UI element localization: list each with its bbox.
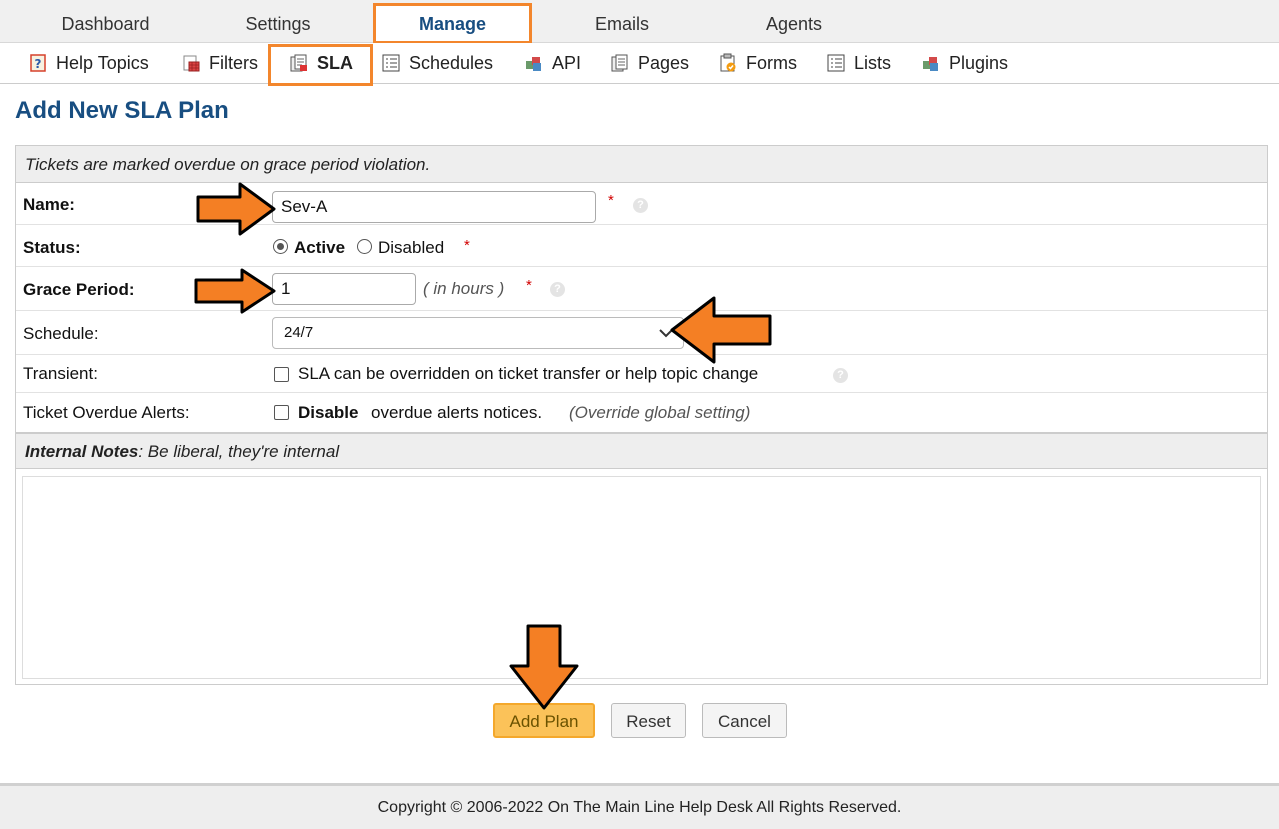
status-active-label[interactable]: Active [294, 238, 345, 258]
help-icon[interactable]: ? [633, 198, 648, 213]
add-plan-button[interactable]: Add Plan [493, 703, 595, 738]
subnav-label: Help Topics [56, 53, 149, 73]
grace-period-unit: ( in hours ) [423, 279, 505, 298]
transient-text: SLA can be overridden on ticket transfer… [298, 364, 759, 383]
page-title: Add New SLA Plan [15, 97, 229, 124]
subnav-label: SLA [317, 53, 353, 73]
internal-notes-title: Internal Notes [25, 442, 139, 461]
row-status: Status: Active Disabled * [16, 225, 1267, 267]
status-active-radio[interactable] [273, 239, 288, 254]
row-transient: Transient: SLA can be overridden on tick… [16, 355, 1267, 393]
overdue-alerts-bold: Disable [298, 403, 359, 422]
api-icon [526, 57, 541, 71]
transient-label: Transient: [23, 364, 98, 383]
form-info-header: Tickets are marked overdue on grace peri… [16, 146, 1267, 183]
required-marker: * [526, 277, 532, 294]
transient-checkbox[interactable] [274, 367, 289, 382]
required-marker: * [464, 237, 470, 254]
help-icon[interactable]: ? [833, 368, 848, 383]
internal-notes-header: Internal Notes: Be liberal, they're inte… [16, 433, 1267, 469]
schedule-label: Schedule: [23, 324, 99, 343]
overdue-alerts-text: overdue alerts notices. [371, 403, 543, 422]
required-marker: * [608, 192, 614, 209]
help-topics-icon: ? [30, 54, 46, 72]
tab-settings[interactable]: Settings [184, 6, 372, 42]
internal-notes-hint: : Be liberal, they're internal [138, 442, 340, 461]
grace-period-label: Grace Period: [23, 280, 135, 299]
overdue-alerts-note: (Override global setting) [569, 403, 751, 422]
help-icon[interactable]: ? [550, 282, 565, 297]
plugins-icon [923, 57, 938, 71]
filters-icon [183, 55, 200, 72]
status-disabled-label[interactable]: Disabled [378, 238, 444, 258]
tab-manage[interactable]: Manage [375, 4, 530, 43]
tab-emails[interactable]: Emails [530, 6, 714, 42]
subnav-label: Forms [746, 53, 797, 73]
sla-form: Tickets are marked overdue on grace peri… [15, 145, 1268, 685]
subnav-label: API [552, 53, 582, 73]
tab-agents[interactable]: Agents [714, 6, 874, 42]
status-label: Status: [23, 238, 81, 257]
reset-button[interactable]: Reset [611, 703, 686, 738]
tab-dashboard[interactable]: Dashboard [0, 6, 211, 42]
row-grace-period: Grace Period: ( in hours ) * ? [16, 267, 1267, 311]
name-label: Name: [23, 195, 75, 214]
svg-text:?: ? [35, 57, 42, 71]
subnav-label: Plugins [949, 53, 1009, 73]
cancel-button[interactable]: Cancel [702, 703, 787, 738]
subnav-label: Filters [209, 53, 258, 73]
row-name: Name: * ? [16, 183, 1267, 225]
copyright-text: Copyright © 2006-2022 On The Main Line H… [377, 799, 902, 816]
sub-navigation: ? Help Topics Filters SLA Schedules API … [0, 43, 1279, 84]
disable-overdue-alerts-checkbox[interactable] [274, 405, 289, 420]
schedules-icon [382, 54, 400, 72]
internal-notes-editor[interactable] [22, 476, 1261, 679]
footer: Copyright © 2006-2022 On The Main Line H… [0, 783, 1279, 829]
chevron-down-icon [659, 329, 673, 338]
subnav-label: Schedules [409, 53, 494, 73]
subnav-label: Lists [854, 53, 892, 73]
name-input[interactable] [272, 191, 596, 223]
overdue-alerts-label: Ticket Overdue Alerts: [23, 403, 190, 422]
schedule-selected-value: 24/7 [284, 324, 314, 341]
schedule-select[interactable]: 24/7 [272, 317, 684, 349]
row-schedule: Schedule: 24/7 [16, 311, 1267, 355]
lists-icon [827, 54, 845, 72]
status-disabled-radio[interactable] [357, 239, 372, 254]
sla-icon [290, 54, 307, 72]
top-navigation: Dashboard Settings Manage Emails Agents [0, 0, 1279, 43]
grace-period-input[interactable] [272, 273, 416, 305]
subnav-label: Pages [638, 53, 690, 73]
row-overdue-alerts: Ticket Overdue Alerts: Disable overdue a… [16, 393, 1267, 433]
forms-icon [720, 53, 736, 72]
pages-icon [611, 54, 628, 72]
